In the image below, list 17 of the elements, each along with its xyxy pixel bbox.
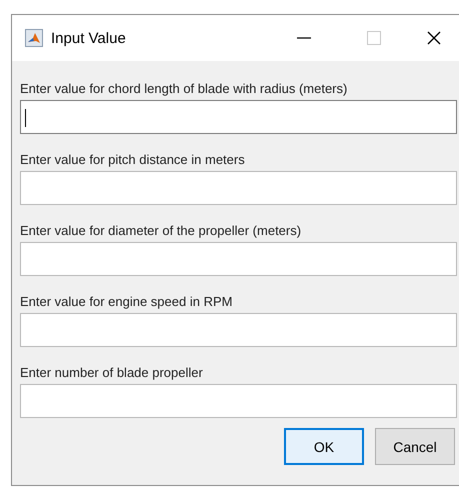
field-label: Enter value for diameter of the propeller (meters): [20, 223, 302, 239]
field-label: Enter value for chord length of blade with radius (meters): [20, 81, 348, 97]
input-field[interactable]: [20, 384, 457, 418]
app-logo-icon: [25, 29, 43, 47]
input-field[interactable]: [20, 171, 457, 205]
dialog-button[interactable]: OK: [284, 428, 364, 465]
maximize-icon: [367, 31, 381, 45]
minimize-icon: [296, 37, 312, 39]
field-label: Enter value for pitch distance in meters: [20, 152, 246, 168]
input-field[interactable]: [20, 313, 457, 347]
dialog-button[interactable]: Cancel: [375, 428, 455, 465]
input-field[interactable]: [20, 100, 457, 134]
close-icon: [426, 30, 442, 46]
window-title: Input Value: [51, 30, 127, 46]
field-label: Enter value for engine speed in RPM: [20, 294, 234, 310]
input-field[interactable]: [20, 242, 457, 276]
field-label: Enter number of blade propeller: [20, 365, 204, 381]
